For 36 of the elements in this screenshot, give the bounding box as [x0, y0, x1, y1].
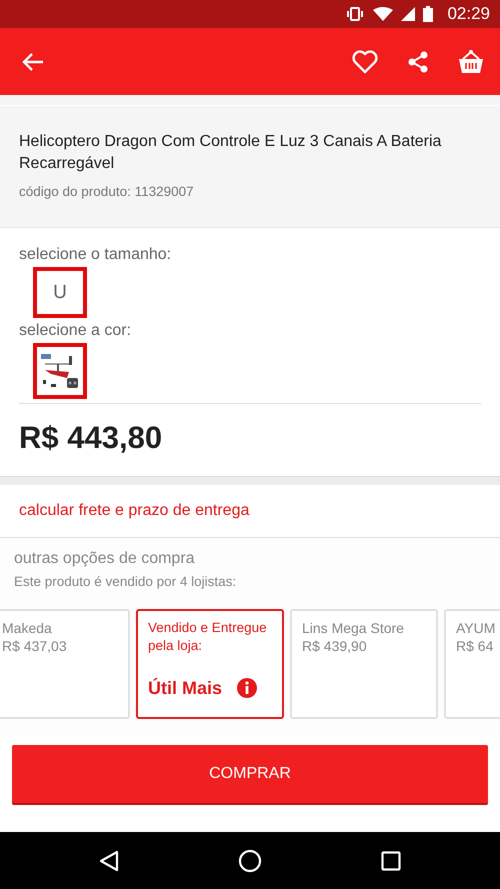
- share-icon[interactable]: [408, 50, 428, 72]
- size-option[interactable]: U: [33, 267, 87, 318]
- wifi-icon: [373, 7, 394, 21]
- heart-icon[interactable]: [352, 50, 378, 74]
- recents-icon[interactable]: [380, 850, 401, 870]
- seller-price: R$ 437,03: [2, 637, 68, 655]
- seller-label: Vendido e Entregue pela loja:: [148, 619, 268, 655]
- product-code: código do produto: 11329007: [19, 184, 195, 199]
- home-icon[interactable]: [238, 848, 262, 872]
- info-icon[interactable]: [236, 677, 258, 699]
- signal-icon: [401, 7, 416, 21]
- shipping-link[interactable]: calcular frete e prazo de entrega: [19, 502, 250, 519]
- seller-card[interactable]: Makeda R$ 437,03: [0, 609, 130, 719]
- seller-card[interactable]: Vendido e Entregue pela loja: Útil Mais: [136, 609, 284, 719]
- status-time: 02:29: [447, 4, 490, 24]
- seller-name: Útil Mais: [148, 678, 222, 698]
- color-option[interactable]: [33, 343, 87, 399]
- seller-name: AYUM: [456, 619, 496, 637]
- battery-icon: [423, 6, 434, 22]
- seller-price: R$ 439,90: [302, 637, 368, 655]
- seller-name: Lins Mega Store: [302, 619, 405, 637]
- buy-button[interactable]: COMPRAR: [12, 745, 488, 805]
- back-icon[interactable]: [99, 850, 120, 872]
- section-title: outras opções de compra: [14, 550, 196, 568]
- size-label: selecione o tamanho:: [19, 246, 172, 264]
- basket-icon[interactable]: [458, 50, 484, 74]
- vibrate-icon: [345, 7, 366, 21]
- product-price: R$ 443,80: [19, 420, 164, 456]
- seller-name: Makeda: [2, 619, 53, 637]
- seller-card[interactable]: AYUM R$ 64: [444, 609, 500, 719]
- back-arrow-icon[interactable]: [22, 52, 44, 72]
- seller-card[interactable]: Lins Mega Store R$ 439,90: [290, 609, 438, 719]
- section-subtitle: Este produto é vendido por 4 lojistas:: [14, 574, 238, 589]
- seller-price: R$ 64: [456, 637, 494, 655]
- product-title: Helicoptero Dragon Com Controle E Luz 3 Canais A Bateria Recarregável: [19, 132, 442, 174]
- color-label: selecione a cor:: [19, 322, 132, 340]
